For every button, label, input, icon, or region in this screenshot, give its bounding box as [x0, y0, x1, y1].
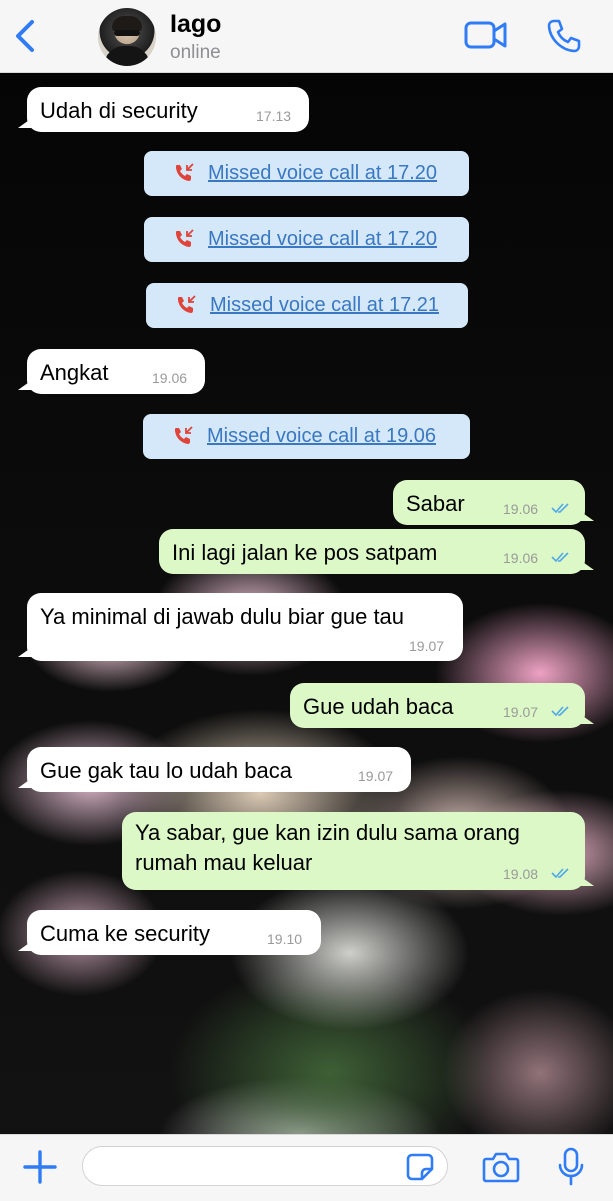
plus-icon[interactable] — [22, 1149, 58, 1185]
message-time: 19.07 — [503, 704, 539, 720]
message-outgoing[interactable]: Ini lagi jalan ke pos satpam 19.06 — [159, 529, 594, 574]
missed-call-link[interactable]: Missed voice call at 19.06 — [207, 425, 436, 448]
message-incoming[interactable]: Ya minimal di jawab dulu biar gue tau 19… — [18, 593, 463, 661]
microphone-icon[interactable] — [558, 1147, 584, 1187]
message-text: Udah di security — [40, 98, 198, 123]
message-outgoing[interactable]: Sabar 19.06 — [393, 480, 594, 525]
message-time: 19.10 — [267, 931, 303, 947]
missed-call-notice[interactable]: Missed voice call at 17.21 — [146, 283, 468, 328]
message-time: 19.06 — [503, 550, 539, 566]
missed-call-icon — [178, 295, 196, 313]
message-text: Ya minimal di jawab dulu biar gue tau — [40, 604, 405, 629]
missed-call-link[interactable]: Missed voice call at 17.21 — [210, 294, 439, 317]
message-time: 17.13 — [256, 108, 292, 124]
message-incoming[interactable]: Angkat 19.06 — [18, 349, 205, 394]
message-incoming[interactable]: Udah di security 17.13 — [18, 87, 309, 132]
message-outgoing[interactable]: Ya sabar, gue kan izin dulu sama orang r… — [122, 812, 594, 890]
message-time: 19.06 — [503, 501, 539, 517]
read-receipt-icon — [551, 706, 569, 717]
message-time: 19.07 — [358, 768, 394, 784]
message-text: Ini lagi jalan ke pos satpam — [172, 540, 438, 565]
message-input[interactable] — [82, 1146, 448, 1186]
missed-call-notice[interactable]: Missed voice call at 17.20 — [144, 217, 469, 262]
phone-icon[interactable] — [546, 18, 582, 54]
message-text: Sabar — [406, 491, 465, 516]
read-receipt-icon — [551, 552, 569, 563]
message-time: 19.07 — [409, 638, 445, 654]
message-text: Angkat — [40, 360, 109, 385]
message-time: 19.08 — [503, 866, 539, 882]
contact-name[interactable]: Iago — [170, 10, 221, 39]
camera-icon[interactable] — [482, 1151, 520, 1183]
missed-call-icon — [175, 426, 193, 444]
read-receipt-icon — [551, 868, 569, 879]
message-incoming[interactable]: Gue gak tau lo udah baca 19.07 — [18, 747, 411, 792]
missed-call-notice[interactable]: Missed voice call at 19.06 — [143, 414, 470, 459]
chat-area[interactable]: Udah di security 17.13 Missed voice call… — [0, 73, 613, 1134]
missed-call-icon — [176, 229, 194, 247]
missed-call-notice[interactable]: Missed voice call at 17.20 — [144, 151, 469, 196]
chevron-left-icon[interactable] — [10, 16, 40, 56]
message-text: Gue udah baca — [303, 694, 454, 719]
missed-call-link[interactable]: Missed voice call at 17.20 — [208, 228, 437, 251]
missed-call-icon — [176, 163, 194, 181]
message-time: 19.06 — [152, 370, 188, 386]
missed-call-link[interactable]: Missed voice call at 17.20 — [208, 162, 437, 185]
message-text: Cuma ke security — [40, 921, 210, 946]
message-outgoing[interactable]: Gue udah baca 19.07 — [290, 683, 594, 728]
sticker-icon[interactable] — [406, 1153, 434, 1181]
message-composer — [0, 1134, 613, 1201]
chat-header: Iago online — [0, 0, 613, 73]
contact-status: online — [170, 42, 221, 63]
video-camera-icon[interactable] — [464, 18, 508, 52]
read-receipt-icon — [551, 503, 569, 514]
avatar[interactable] — [98, 8, 156, 66]
message-text: Gue gak tau lo udah baca — [40, 758, 292, 783]
message-incoming[interactable]: Cuma ke security 19.10 — [18, 910, 321, 955]
